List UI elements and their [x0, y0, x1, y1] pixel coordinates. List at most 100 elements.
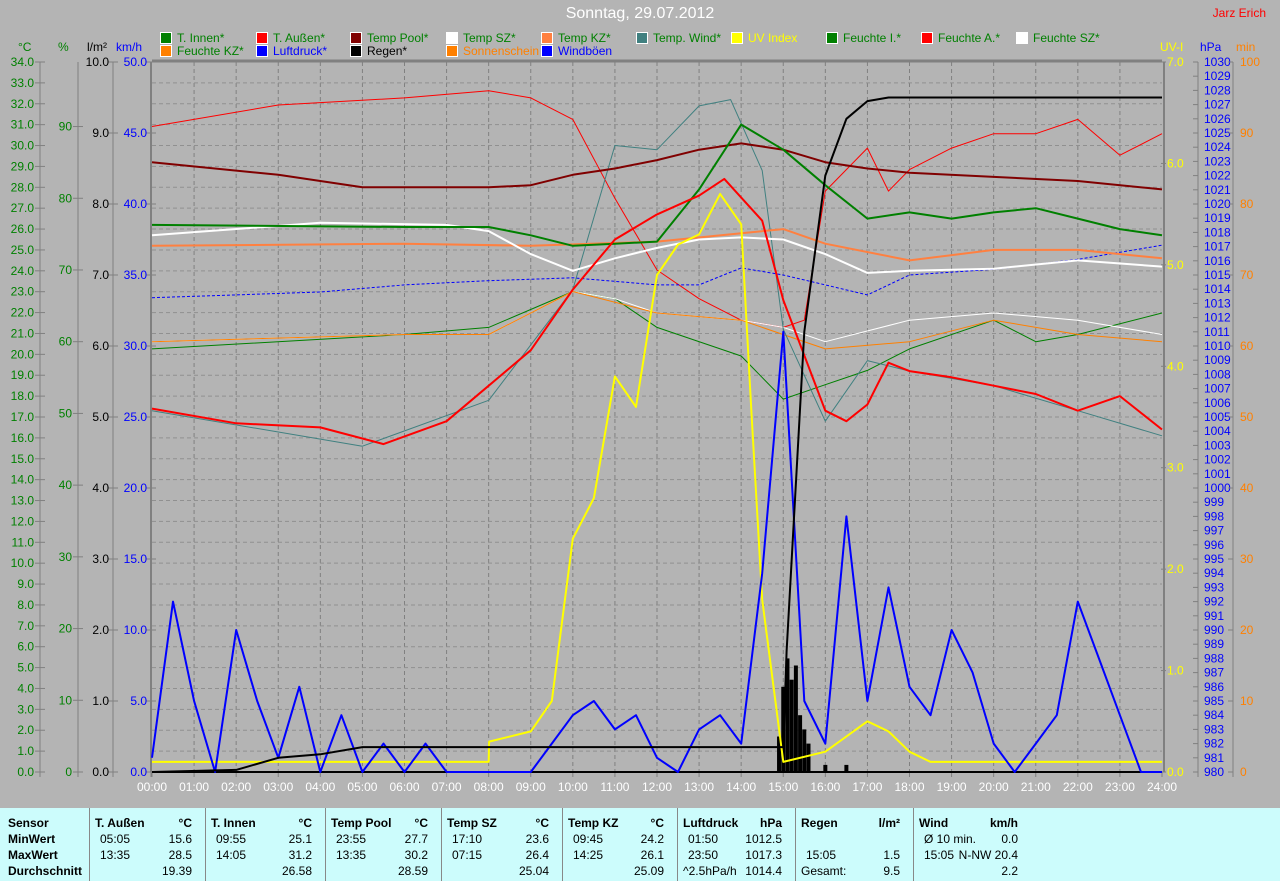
axis-tick-label: 2.0: [1167, 562, 1184, 576]
legend-item: Feuchte A.*: [921, 31, 1000, 45]
legend-swatch: [256, 45, 268, 57]
axis-tick-label: 12.0: [11, 514, 35, 528]
axis-tick-label: 5.0: [92, 410, 109, 424]
axis-tick-label: 45.0: [124, 126, 148, 140]
legend-swatch: [350, 32, 362, 44]
axis-tick-label: 60: [59, 335, 73, 349]
legend-label: T. Innen*: [177, 31, 225, 45]
axis-tick-label: 1027: [1204, 98, 1231, 112]
legend-swatch: [256, 32, 268, 44]
axis-tick-label: 1009: [1204, 353, 1231, 367]
max-value: 1017.3: [745, 848, 782, 862]
column-unit: hPa: [759, 816, 782, 830]
axis-tick-label: 8.0: [92, 197, 109, 211]
chart-title: Sonntag, 29.07.2012: [565, 5, 715, 22]
axis-tick-label: 1005: [1204, 410, 1231, 424]
x-tick-label: 14:00: [726, 780, 756, 794]
legend-item: UV Index: [731, 31, 797, 45]
unit-minutes: min: [1236, 40, 1256, 54]
row-label: MinWert: [8, 832, 56, 846]
axis-tick-label: 25.0: [124, 410, 148, 424]
series-windb-en: [151, 330, 1162, 773]
statistics-table: Sensor T. Außen °C T. Innen °C Temp Pool °C Tem…: [0, 808, 1280, 881]
x-tick-label: 24:00: [1147, 780, 1177, 794]
axis-tick-label: 1017: [1204, 240, 1231, 254]
axis-tick-label: 1011: [1204, 325, 1230, 339]
legend-item: Temp KZ*: [541, 31, 611, 45]
axis-tick-label: 15.0: [11, 452, 35, 466]
axis-tick-label: 20: [59, 622, 73, 636]
author-label: Jarz Erich: [1212, 6, 1266, 20]
axis-tick-label: 1012: [1204, 311, 1231, 325]
axis-tick-label: 20.0: [124, 481, 148, 495]
unit-percent: %: [58, 40, 69, 54]
legend-label: Feuchte A.*: [938, 31, 1001, 45]
x-tick-label: 22:00: [1063, 780, 1093, 794]
min-value: 25.1: [288, 832, 312, 846]
legend-item: Luftdruck*: [256, 44, 327, 58]
legend-label: Temp. Wind*: [653, 31, 722, 45]
axis-tick-label: 30.0: [11, 139, 35, 153]
axis-tick-label: 992: [1204, 595, 1224, 609]
legend-label: Temp Pool*: [367, 31, 429, 45]
axis-tick-label: 9.0: [92, 126, 109, 140]
rain-bar: [802, 729, 807, 772]
axis-wind: 0.0 5.0 10.0 15.0 20.0 25.0 30.0 35.0 40.0 45.0 50…: [124, 55, 156, 779]
axis-tick-label: 1.0: [1167, 664, 1184, 678]
x-tick-label: 15:00: [768, 780, 798, 794]
x-tick-label: 23:00: [1105, 780, 1135, 794]
x-tick-label: 03:00: [263, 780, 293, 794]
x-tick-label: 06:00: [389, 780, 419, 794]
axis-tick-label: 16.0: [11, 431, 35, 445]
axis-tick-label: 993: [1204, 580, 1224, 594]
axis-tick-label: 987: [1204, 666, 1224, 680]
axis-tick-label: 26.0: [11, 222, 35, 236]
axis-tick-label: 1018: [1204, 225, 1231, 239]
axis-tick-label: 5.0: [130, 694, 147, 708]
x-tick-label: 07:00: [432, 780, 462, 794]
axis-tick-label: 1020: [1204, 197, 1231, 211]
avg-value: 19.39: [161, 864, 192, 878]
legend-item: T. Innen*: [160, 31, 224, 45]
axis-tick-label: 1006: [1204, 396, 1231, 410]
axis-tick-label: 30: [1240, 552, 1254, 566]
axis-tick-label: 7.0: [92, 268, 109, 282]
axis-tick-label: 70: [1240, 268, 1254, 282]
axis-tick-label: 21.0: [11, 326, 35, 340]
x-tick-label: 08:00: [474, 780, 504, 794]
legend-item: Temp Pool*: [350, 31, 428, 45]
axis-tick-label: 18.0: [11, 389, 35, 403]
axis-tick-label: 998: [1204, 509, 1224, 523]
axis-tick-label: 6.0: [92, 339, 109, 353]
axis-tick-label: 1014: [1204, 282, 1231, 296]
column-unit: °C: [298, 816, 312, 830]
axis-tick-label: 1000: [1204, 481, 1231, 495]
axis-tick-label: 15.0: [124, 552, 148, 566]
x-tick-label: 19:00: [937, 780, 967, 794]
axis-tick-label: 1.0: [17, 744, 34, 758]
min-value: 23.6: [525, 832, 549, 846]
legend-label: Feuchte SZ*: [1033, 31, 1100, 45]
legend-label: Temp SZ*: [463, 31, 516, 45]
column-unit: l/m²: [878, 816, 900, 830]
column-divider: [795, 808, 796, 881]
axis-tick-label: 986: [1204, 680, 1224, 694]
axis-tick-label: 996: [1204, 538, 1224, 552]
max-value: N-NW 20.4: [958, 848, 1018, 862]
axis-tick-label: 27.0: [11, 201, 35, 215]
axis-tick-label: 10: [1240, 694, 1254, 708]
axis-tick-label: 40: [1240, 481, 1254, 495]
axis-celsius: 0.0 1.0 2.0 3.0 4.0 5.0 6.0 7.0 8.0 9.0 10.0 11.0 12…: [11, 55, 45, 779]
max-value: 28.5: [168, 848, 192, 862]
axis-tick-label: 60: [1240, 339, 1254, 353]
axis-tick-label: 8.0: [17, 598, 34, 612]
axis-tick-label: 24.0: [11, 264, 35, 278]
axis-tick-label: 9.0: [17, 577, 34, 591]
avg-value: 28.59: [397, 864, 428, 878]
axis-tick-label: 7.0: [17, 619, 34, 633]
x-tick-label: 18:00: [894, 780, 924, 794]
axis-tick-label: 10.0: [86, 55, 110, 69]
axis-tick-label: 0.0: [1167, 765, 1184, 779]
column-divider: [562, 808, 563, 881]
rain-bar: [806, 743, 811, 772]
